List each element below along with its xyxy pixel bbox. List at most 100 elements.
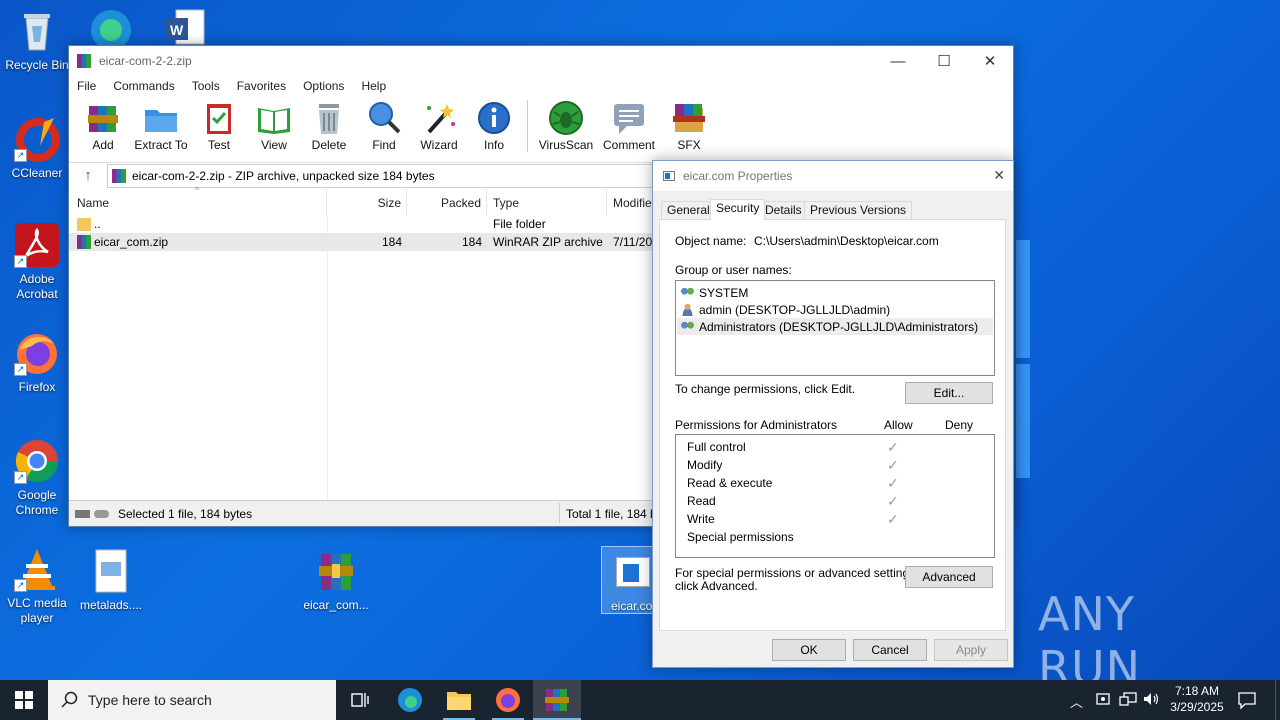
winrar-titlebar[interactable]: eicar-com-2-2.zip bbox=[69, 46, 1013, 76]
test-button[interactable]: Test bbox=[191, 96, 247, 152]
desktop-icon-vlc[interactable]: ↗ VLC media player bbox=[1, 546, 73, 626]
taskbar-winrar[interactable] bbox=[533, 680, 581, 720]
notification-icon[interactable] bbox=[1237, 690, 1257, 710]
desktop-icon-ccleaner[interactable]: ↗ CCleaner bbox=[1, 116, 73, 181]
user-item-admin[interactable]: admin (DESKTOP-JGLLJLD\admin) bbox=[680, 301, 890, 318]
edge-icon bbox=[398, 688, 422, 712]
menu-commands[interactable]: Commands bbox=[113, 79, 174, 93]
user-list[interactable]: SYSTEM admin (DESKTOP-JGLLJLD\admin) Adm… bbox=[675, 280, 995, 376]
dialog-titlebar[interactable]: eicar.com Properties ✕ bbox=[653, 161, 1013, 191]
chevron-up-icon[interactable]: ︿ bbox=[1070, 692, 1083, 711]
desktop-icon-adobe-acrobat[interactable]: ↗ Adobe Acrobat bbox=[1, 222, 73, 302]
window-title: eicar-com-2-2.zip bbox=[99, 54, 192, 68]
acrobat-icon: ↗ bbox=[14, 222, 60, 268]
wizard-button[interactable]: Wizard bbox=[411, 96, 467, 152]
permissions-label: Permissions for Administrators bbox=[675, 418, 838, 432]
cancel-button[interactable]: Cancel bbox=[853, 639, 927, 661]
find-button[interactable]: Find bbox=[356, 96, 412, 152]
wallpaper-logo bbox=[1016, 240, 1030, 358]
menu-file[interactable]: File bbox=[77, 79, 96, 93]
taskbar-file-explorer[interactable] bbox=[435, 680, 483, 720]
menu-tools[interactable]: Tools bbox=[192, 79, 220, 93]
comment-button[interactable]: Comment bbox=[597, 96, 661, 152]
toolbar: Add Extract To Test View Delete Find Wiz… bbox=[69, 96, 1013, 154]
info-button[interactable]: Info bbox=[466, 96, 522, 152]
allow-check-icon: ✓ bbox=[887, 457, 899, 473]
menu-options[interactable]: Options bbox=[303, 79, 344, 93]
allow-check-icon: ✓ bbox=[887, 511, 899, 527]
desktop-icon-google-chrome[interactable]: ↗ Google Chrome bbox=[1, 438, 73, 518]
permission-write: Write bbox=[687, 512, 715, 526]
list-item[interactable]: .. File folder bbox=[69, 215, 653, 233]
clipboard-check-icon bbox=[201, 100, 237, 136]
column-header-packed[interactable]: Packed bbox=[407, 189, 487, 216]
permission-full-control: Full control bbox=[687, 440, 746, 454]
user-item-administrators[interactable]: Administrators (DESKTOP-JGLLJLD\Administ… bbox=[677, 318, 993, 335]
winrar-archive-icon bbox=[313, 548, 359, 594]
desktop-icon-metalads[interactable]: metalads.... bbox=[75, 548, 147, 613]
recycle-bin-icon bbox=[14, 8, 60, 54]
close-button[interactable]: ✕ bbox=[967, 46, 1013, 76]
desktop-icon-eicar-zip[interactable]: eicar_com... bbox=[300, 548, 372, 613]
menu-favorites[interactable]: Favorites bbox=[237, 79, 286, 93]
permissions-list[interactable]: Full control ✓ Modify ✓ Read & execute ✓… bbox=[675, 434, 995, 558]
allow-check-icon: ✓ bbox=[887, 493, 899, 509]
tab-details[interactable]: Details bbox=[759, 201, 808, 219]
properties-dialog[interactable]: eicar.com Properties ✕ General Security … bbox=[652, 160, 1014, 668]
tab-general[interactable]: General bbox=[661, 201, 716, 219]
show-desktop-button[interactable] bbox=[1275, 680, 1276, 720]
up-arrow-icon[interactable]: ↑ bbox=[69, 167, 107, 184]
list-item[interactable]: eicar_com.zip 184 184 WinRAR ZIP archive… bbox=[69, 233, 653, 251]
permission-special: Special permissions bbox=[687, 530, 794, 544]
volume-icon[interactable] bbox=[1142, 690, 1160, 708]
vlc-icon: ↗ bbox=[14, 546, 60, 592]
edit-button[interactable]: Edit... bbox=[905, 382, 993, 404]
security-tray-icon[interactable] bbox=[1095, 690, 1111, 708]
shortcut-arrow-icon: ↗ bbox=[14, 579, 27, 592]
virus-scan-icon bbox=[548, 100, 584, 136]
wallpaper-logo-lower bbox=[1016, 364, 1030, 478]
apply-button[interactable]: Apply bbox=[934, 639, 1008, 661]
virusscan-button[interactable]: VirusScan bbox=[534, 96, 598, 152]
maximize-button[interactable]: ☐ bbox=[921, 46, 967, 76]
desktop-icon-firefox[interactable]: ↗ Firefox bbox=[1, 330, 73, 395]
menu-help[interactable]: Help bbox=[361, 79, 386, 93]
tab-security[interactable]: Security bbox=[710, 199, 766, 220]
ok-button[interactable]: OK bbox=[772, 639, 846, 661]
allow-check-icon: ✓ bbox=[887, 439, 899, 455]
change-permissions-text: To change permissions, click Edit. bbox=[675, 382, 856, 396]
task-view-button[interactable] bbox=[336, 680, 384, 720]
dialog-close-button[interactable]: ✕ bbox=[993, 167, 1005, 184]
start-button[interactable] bbox=[0, 680, 48, 720]
desktop-icon-recycle-bin[interactable]: Recycle Bin bbox=[1, 8, 73, 73]
magic-wand-icon bbox=[421, 100, 457, 136]
extract-to-button[interactable]: Extract To bbox=[130, 96, 192, 152]
network-icon[interactable] bbox=[1119, 691, 1137, 707]
special-permissions-text-2: click Advanced. bbox=[675, 579, 758, 593]
column-header-size[interactable]: Size bbox=[327, 189, 407, 216]
info-icon bbox=[476, 100, 512, 136]
clock[interactable]: 7:18 AM 3/29/2025 bbox=[1164, 683, 1230, 715]
user-item-system[interactable]: SYSTEM bbox=[680, 284, 748, 301]
column-header-name[interactable]: Name bbox=[69, 189, 327, 216]
tab-previous-versions[interactable]: Previous Versions bbox=[804, 201, 913, 219]
group-icon bbox=[680, 286, 695, 299]
view-button[interactable]: View bbox=[246, 96, 302, 152]
application-file-icon bbox=[616, 557, 650, 587]
add-button[interactable]: Add bbox=[75, 96, 131, 152]
status-divider bbox=[559, 503, 560, 523]
taskbar-firefox[interactable] bbox=[484, 680, 532, 720]
column-header-type[interactable]: Type bbox=[487, 189, 607, 216]
magnifier-icon bbox=[366, 100, 402, 136]
group-icon bbox=[680, 320, 695, 333]
list-rest-bg bbox=[328, 259, 658, 500]
advanced-button[interactable]: Advanced bbox=[905, 566, 993, 588]
minimize-button[interactable]: — bbox=[875, 46, 921, 76]
taskbar-edge[interactable] bbox=[386, 680, 434, 720]
delete-button[interactable]: Delete bbox=[301, 96, 357, 152]
word-desktop-icon[interactable]: W bbox=[164, 8, 206, 46]
chrome-icon: ↗ bbox=[14, 438, 60, 484]
sfx-button[interactable]: SFX bbox=[660, 96, 718, 152]
edge-desktop-icon[interactable] bbox=[86, 6, 136, 50]
taskbar-search-box[interactable]: Type here to search bbox=[48, 680, 336, 720]
